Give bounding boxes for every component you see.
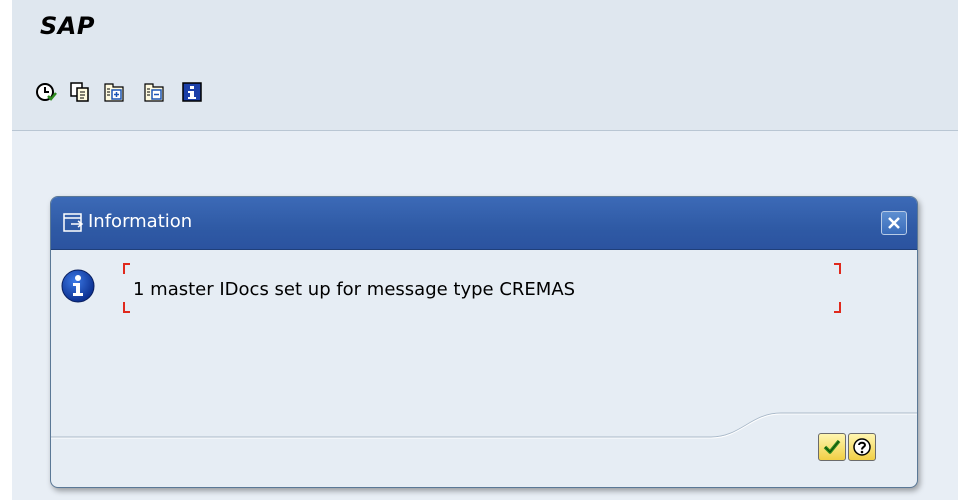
close-button[interactable] <box>881 211 907 235</box>
expand-all-icon <box>104 83 124 102</box>
collapse-button[interactable] <box>142 80 166 104</box>
ok-button[interactable] <box>818 433 846 461</box>
dialog-title: Information <box>88 211 193 232</box>
info-circle-icon <box>61 269 95 303</box>
dialog-footer-divider <box>51 412 917 439</box>
clock-execute-icon <box>36 83 57 101</box>
focus-bracket-top-left <box>123 263 130 274</box>
sap-screen: SAP Information 1 master IDocs set up fo… <box>12 0 958 500</box>
dialog-header: Information <box>51 197 917 250</box>
copy-button[interactable] <box>68 80 92 104</box>
app-title: SAP <box>40 12 95 40</box>
application-toolbar <box>12 66 958 131</box>
dialog-window-icon <box>63 213 84 232</box>
focus-bracket-top-right <box>834 263 841 274</box>
help-icon <box>853 438 871 456</box>
focus-bracket-bottom-right <box>834 302 841 313</box>
execute-button[interactable] <box>34 80 58 104</box>
copy-document-icon <box>70 82 89 102</box>
close-icon <box>888 217 900 229</box>
collapse-all-icon <box>144 83 164 102</box>
information-icon <box>182 82 202 102</box>
title-bar: SAP <box>12 0 958 66</box>
information-button[interactable] <box>180 80 204 104</box>
checkmark-icon <box>823 439 841 454</box>
expand-button[interactable] <box>102 80 126 104</box>
information-dialog: Information 1 master IDocs set up for me… <box>50 196 918 488</box>
help-button[interactable] <box>848 433 876 461</box>
focus-bracket-bottom-left <box>123 302 130 313</box>
message-text: 1 master IDocs set up for message type C… <box>133 279 576 300</box>
